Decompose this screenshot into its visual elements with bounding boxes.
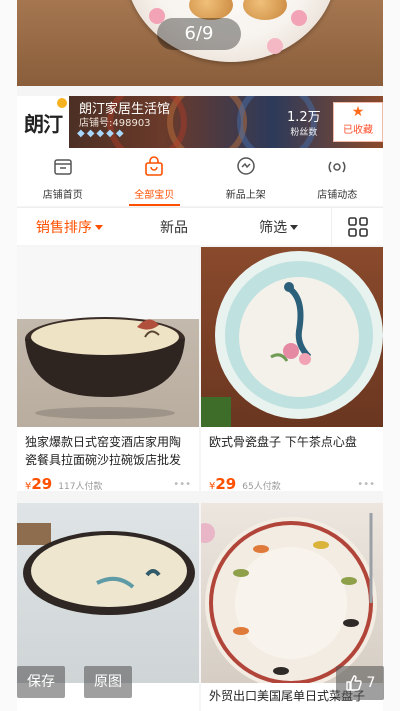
diamond-icon: ◆ (77, 128, 85, 139)
crown-icon (57, 98, 67, 108)
price-value: 29 (215, 475, 237, 491)
diamond-icon: ◆ (86, 128, 95, 139)
diamond-icon: ◆ (96, 128, 105, 139)
favorite-button[interactable]: ★ 已收藏 (333, 102, 383, 142)
product-price: ¥29 117人付款 (25, 475, 102, 491)
product-gallery[interactable]: 6/9 (17, 0, 383, 86)
product-title: 欧式骨瓷盘子 下午茶点心盘 (209, 435, 357, 449)
flower-decoration (291, 10, 307, 26)
ramen-bowl-image (25, 317, 185, 419)
grid-icon (347, 216, 368, 237)
tab-all-items[interactable]: 全部宝贝 (109, 148, 201, 206)
store-icon (54, 159, 72, 175)
more-icon[interactable]: ••• (173, 479, 191, 490)
right-margin (383, 0, 400, 711)
shop-header[interactable]: 朗汀 朗汀家居生活馆 店铺号:498903 ◆ ◆ ◆ ◆ ◆ 1.2万 粉丝数… (17, 96, 383, 148)
sold-count: 117人付款 (58, 482, 103, 491)
salad-bowl-image (17, 523, 195, 615)
save-button[interactable]: 保存 (17, 666, 65, 698)
shop-logo[interactable]: 朗汀 (17, 96, 69, 148)
star-icon: ★ (351, 104, 365, 120)
fans-stat: 1.2万 粉丝数 (287, 106, 321, 138)
product-card[interactable]: 独家爆款日式窑变酒店家用陶瓷餐具拉面碗沙拉碗饭店批发 ¥29 117人付款 ••• (17, 247, 199, 491)
bird-plate-image (201, 251, 383, 427)
leaf-plate-image (201, 513, 377, 683)
product-image (17, 247, 199, 427)
diamond-icon: ◆ (115, 128, 124, 139)
more-icon[interactable]: ••• (357, 479, 375, 490)
sold-count: 65人付款 (242, 482, 281, 491)
caret-down-icon (94, 225, 103, 230)
screenshot-frame: 6/9 朗汀 朗汀家居生活馆 店铺号:498903 ◆ ◆ ◆ ◆ ◆ 1.2万… (17, 0, 383, 711)
product-title: 独家爆款日式窑变酒店家用陶瓷餐具拉面碗沙拉碗饭店批发 (25, 435, 182, 467)
product-image (201, 247, 383, 427)
shop-rating: ◆ ◆ ◆ ◆ ◆ (77, 128, 124, 139)
thumbs-up-icon (345, 675, 362, 691)
new-bubble-icon (237, 157, 255, 175)
sort-by-new[interactable]: 新品 (122, 217, 227, 237)
tab-shop-updates[interactable]: 店铺动态 (292, 148, 384, 206)
broadcast-icon (328, 161, 346, 173)
original-image-button[interactable]: 原图 (84, 666, 132, 698)
left-margin (0, 0, 17, 711)
product-image (17, 503, 199, 683)
shop-tabs: 店铺首页 全部宝贝 新品上架 店铺动态 (17, 148, 383, 206)
tab-label: 新品上架 (225, 190, 266, 201)
caret-down-icon (290, 225, 299, 230)
product-price: ¥29 65人付款 (209, 475, 281, 491)
price-value: 29 (31, 475, 53, 491)
product-image (201, 503, 383, 683)
grid-view-toggle[interactable] (331, 207, 383, 246)
like-count: 7 (366, 675, 376, 691)
like-button[interactable]: 7 (336, 666, 384, 700)
tab-label: 店铺动态 (317, 190, 358, 201)
fans-count: 1.2万 (287, 110, 321, 125)
filter-label: 筛选 (259, 219, 288, 236)
tab-label: 店铺首页 (42, 190, 83, 201)
filter-button[interactable]: 筛选 (226, 217, 331, 237)
favorite-label: 已收藏 (343, 125, 373, 136)
shop-logo-text: 朗汀 (24, 111, 63, 136)
shop-id: 店铺号:498903 (79, 118, 151, 129)
flower-decoration (267, 38, 283, 54)
sort-sales-label: 销售排序 (35, 219, 92, 236)
diamond-icon: ◆ (106, 128, 114, 139)
tab-label: 全部宝贝 (134, 190, 175, 201)
tab-store-home[interactable]: 店铺首页 (17, 148, 109, 206)
gallery-pager: 6/9 (157, 18, 241, 50)
tab-new-arrivals[interactable]: 新品上架 (200, 148, 292, 206)
sort-bar: 销售排序 新品 筛选 (17, 207, 383, 246)
sort-by-sales[interactable]: 销售排序 (17, 217, 122, 237)
product-card[interactable]: 欧式骨瓷盘子 下午茶点心盘 ¥29 65人付款 ••• (201, 247, 383, 491)
fans-label: 粉丝数 (290, 128, 318, 138)
bag-icon (145, 156, 164, 176)
